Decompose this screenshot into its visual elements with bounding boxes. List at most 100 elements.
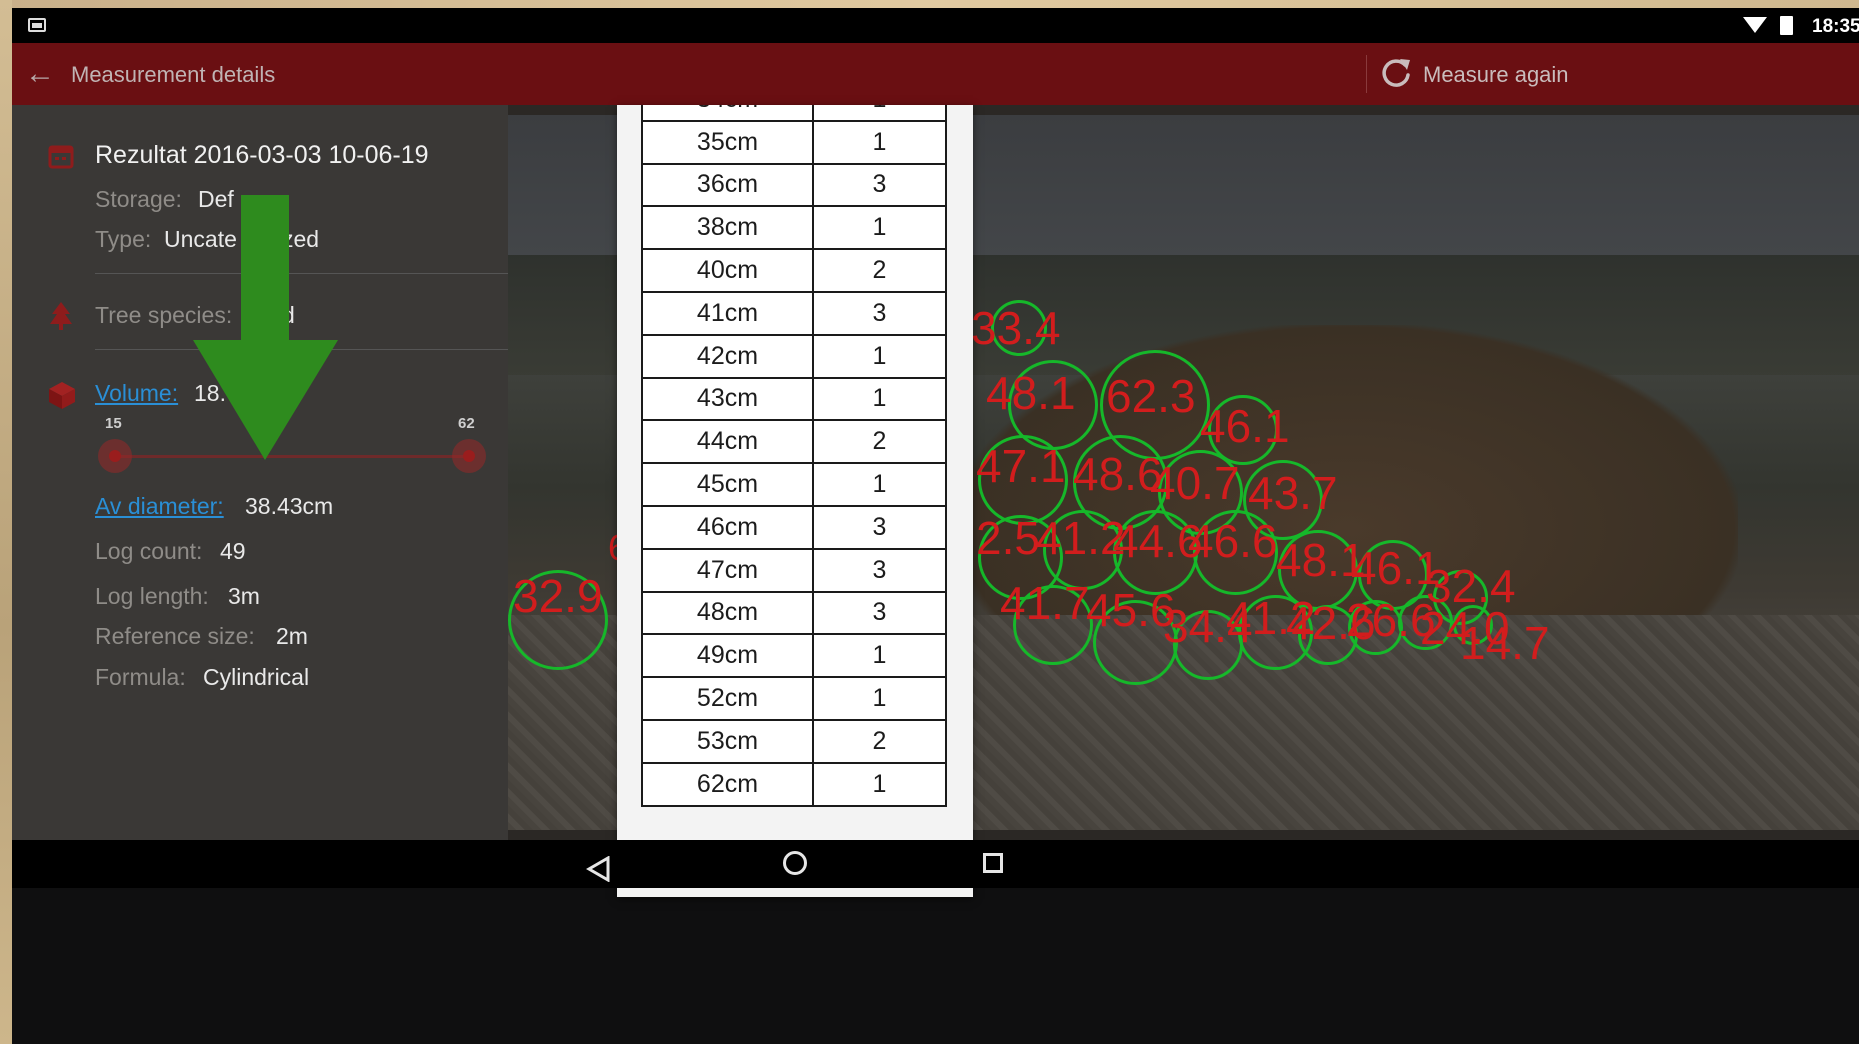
formula-label: Formula:	[95, 664, 186, 690]
count-cell: 1	[872, 769, 887, 798]
result-title: Rezultat 2016-03-03 10-06-19	[95, 141, 429, 169]
table-row: 48cm 3	[643, 592, 945, 636]
diameter-count-table: 34cm135cm136cm338cm140cm241cm342cm143cm1…	[641, 105, 947, 807]
diameter-cell: 52cm	[643, 678, 814, 719]
log-length-label: Log length:	[95, 583, 209, 609]
diameter-cell: 36cm	[643, 164, 814, 206]
annotation-arrow-down-icon	[193, 195, 338, 460]
tablet-screen: 18:35 ← Measurement details Measure agai…	[12, 8, 1859, 1044]
table-row: 35cm 1	[643, 121, 945, 165]
arrow-left-icon: ←	[25, 57, 55, 90]
count-cell: 1	[872, 470, 887, 499]
log-diameter-label: 2.5	[976, 512, 1040, 564]
diameter-cell: 34cm	[643, 105, 814, 120]
storage-label: Storage:	[95, 186, 182, 212]
diameter-cell: 48cm	[643, 592, 814, 634]
count-cell: 2	[872, 256, 887, 285]
reference-size-value: 2m	[276, 623, 308, 649]
count-cell: 3	[872, 555, 887, 584]
screenshot-frame-left	[0, 0, 12, 1044]
app-bar: ← Measurement details Measure again	[12, 43, 1859, 105]
formula-value: Cylindrical	[203, 664, 310, 690]
log-diameter-label: 48.1	[986, 367, 1076, 419]
diameter-cell: 35cm	[643, 121, 814, 163]
table-row: 36cm 3	[643, 164, 945, 208]
table-row: 62cm 1	[643, 763, 945, 807]
diameter-cell: 62cm	[643, 763, 814, 805]
log-diameter-label: 14.7	[1460, 617, 1550, 669]
status-bar: 18:35	[12, 8, 1859, 43]
table-row: 38cm 1	[643, 207, 945, 251]
table-row: 49cm 1	[643, 635, 945, 679]
app-bar-divider	[1366, 55, 1367, 93]
count-cell: 1	[872, 641, 887, 670]
log-diameter-label: 47.1	[976, 440, 1066, 492]
diameter-cell: 45cm	[643, 464, 814, 505]
back-button[interactable]: ←	[18, 52, 62, 96]
count-cell: 3	[872, 598, 887, 627]
diameter-distribution-dialog: 34cm135cm136cm338cm140cm241cm342cm143cm1…	[617, 105, 973, 897]
av-diameter-link[interactable]: Av diameter:	[95, 493, 224, 520]
diameter-cell: 49cm	[643, 635, 814, 677]
refresh-icon[interactable]	[1374, 51, 1418, 95]
table-row: 42cm 1	[643, 335, 945, 379]
table-row: 45cm 1	[643, 464, 945, 507]
diameter-cell: 46cm	[643, 506, 814, 548]
nav-recents-icon[interactable]	[983, 853, 1003, 873]
tree-icon	[50, 302, 72, 330]
table-row: 41cm 3	[643, 292, 945, 336]
reference-size-label: Reference size:	[95, 623, 255, 649]
volume-link[interactable]: Volume:	[95, 380, 178, 407]
diameter-cell: 44cm	[643, 421, 814, 463]
count-cell: 3	[872, 298, 887, 327]
slider-min-label: 15	[105, 415, 122, 432]
log-count-value: 49	[220, 538, 246, 564]
log-diameter-label: 46.1	[1200, 400, 1290, 452]
count-cell: 2	[872, 427, 887, 456]
details-panel: Rezultat 2016-03-03 10-06-19 Storage: De…	[12, 105, 508, 840]
diameter-cell: 53cm	[643, 720, 814, 762]
measure-again-button[interactable]: Measure again	[1423, 62, 1569, 88]
log-diameter-label: 41.7	[1000, 577, 1090, 629]
log-diameter-label: 32.9	[513, 570, 603, 622]
log-diameter-label: 62.3	[1106, 370, 1196, 422]
count-cell: 1	[872, 213, 887, 242]
app-bar-title: Measurement details	[71, 62, 276, 87]
table-row: 53cm 2	[643, 720, 945, 764]
navigation-bar	[12, 840, 1859, 888]
screenshot-notification-icon	[28, 18, 46, 32]
diameter-cell: 40cm	[643, 250, 814, 291]
battery-icon	[1780, 16, 1793, 35]
log-count-label: Log count:	[95, 538, 203, 564]
status-time: 18:35	[1812, 16, 1859, 37]
screenshot-frame-top	[0, 0, 1859, 8]
main-content: Rezultat 2016-03-03 10-06-19 Storage: De…	[12, 105, 1859, 897]
nav-back-icon[interactable]	[586, 856, 612, 882]
slider-max-thumb[interactable]	[452, 439, 486, 473]
count-cell: 1	[872, 127, 887, 156]
av-diameter-value: 38.43cm	[245, 493, 334, 519]
nav-home-icon[interactable]	[783, 851, 807, 875]
count-cell: 1	[872, 684, 887, 713]
count-cell: 3	[872, 512, 887, 541]
log-diameter-label: 33.4	[971, 302, 1061, 354]
type-label: Type:	[95, 226, 152, 252]
diameter-cell: 43cm	[643, 378, 814, 420]
diameter-cell: 38cm	[643, 207, 814, 249]
log-length-value: 3m	[228, 583, 260, 609]
slider-max-label: 62	[458, 415, 475, 432]
diameter-cell: 42cm	[643, 335, 814, 377]
count-cell: 1	[872, 384, 887, 413]
log-diameter-label: 46.6	[1188, 515, 1278, 567]
table-row: 44cm 2	[643, 421, 945, 465]
count-cell: 1	[872, 341, 887, 370]
diameter-cell: 41cm	[643, 292, 814, 334]
count-cell: 2	[872, 726, 887, 755]
slider-min-thumb[interactable]	[98, 439, 132, 473]
table-row: 52cm 1	[643, 678, 945, 721]
cube-icon	[49, 382, 75, 409]
wifi-icon	[1743, 17, 1767, 33]
count-cell: 1	[814, 105, 945, 120]
calendar-icon	[48, 145, 74, 169]
table-row: 46cm 3	[643, 506, 945, 550]
